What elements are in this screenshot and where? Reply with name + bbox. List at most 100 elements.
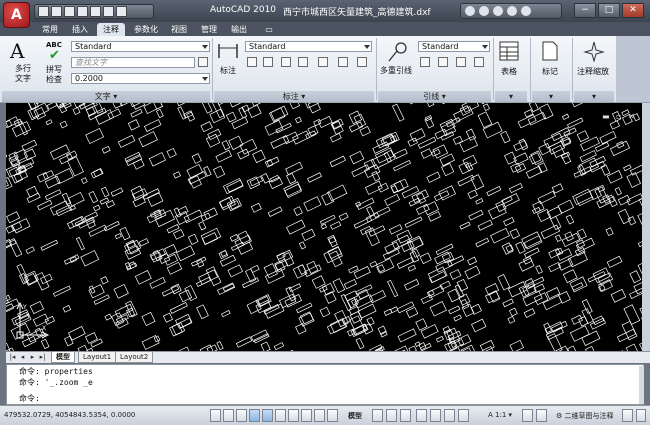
collect-leaders-icon[interactable] — [474, 57, 484, 67]
spell-check-button[interactable]: 拼写 检查 — [46, 65, 62, 85]
quick-view-drawings-icon[interactable] — [400, 409, 411, 422]
polar-toggle-icon[interactable] — [249, 409, 260, 422]
otrack-toggle-icon[interactable] — [275, 409, 286, 422]
clean-screen-icon[interactable] — [636, 409, 646, 422]
help-icon[interactable] — [521, 6, 531, 16]
next-layout-icon[interactable]: ▸ — [28, 353, 37, 362]
undo-icon[interactable] — [90, 6, 101, 17]
text-panel-footer[interactable]: 文字 ▾ — [2, 91, 210, 102]
pan-icon[interactable] — [416, 409, 427, 422]
close-button[interactable]: ✕ — [622, 3, 644, 18]
annotation-scaling-button[interactable]: 注释缩放 — [577, 66, 609, 77]
markup-panel-footer[interactable]: ▾ — [532, 91, 570, 102]
steering-wheel-icon[interactable] — [444, 409, 455, 422]
annotation-scaling-footer[interactable]: ▾ — [574, 91, 614, 102]
align-leaders-icon[interactable] — [456, 57, 466, 67]
tab-output[interactable]: 输出 — [227, 23, 251, 36]
multileader-button[interactable]: 多重引线 — [380, 65, 412, 76]
model-space-button[interactable]: 模型 — [348, 411, 362, 421]
multileader-style-select[interactable]: Standard — [418, 41, 490, 52]
quick-view-layouts-icon[interactable] — [386, 409, 397, 422]
add-leader-icon[interactable] — [420, 57, 430, 67]
application-menu-button[interactable]: A — [3, 2, 30, 28]
multiline-text-button[interactable]: 多行 文字 — [15, 64, 31, 84]
command-scrollbar[interactable] — [639, 366, 644, 404]
inspect-dimension-icon[interactable] — [318, 57, 328, 67]
find-text-input[interactable]: 查找文字 — [71, 57, 195, 68]
dimension-button[interactable]: 标注 — [220, 65, 236, 76]
ribbon-minimize-toggle[interactable]: ▭ — [262, 23, 276, 36]
first-layout-icon[interactable]: |◂ — [8, 353, 17, 362]
last-layout-icon[interactable]: ▸| — [38, 353, 47, 362]
viewport-close-icon[interactable]: ✕ — [628, 112, 635, 121]
layout-tab-layout1[interactable]: Layout1 — [78, 352, 117, 363]
dimension-panel-footer[interactable]: 标注 ▾ — [214, 91, 374, 102]
table-button[interactable]: 表格 — [501, 66, 517, 77]
markup-button[interactable]: 标记 — [542, 66, 558, 77]
command-window[interactable]: 命令: properties 命令: '_.zoom _e 命令: — [6, 364, 644, 405]
quick-properties-toggle-icon[interactable] — [327, 409, 338, 422]
command-prompt[interactable]: 命令: — [19, 393, 40, 404]
text-height-select[interactable]: 0.2000 — [71, 73, 210, 84]
viewport-minimize-icon[interactable]: ▬ — [602, 112, 610, 121]
tab-home[interactable]: 常用 — [38, 23, 62, 36]
zoom-icon[interactable] — [430, 409, 441, 422]
drawing-canvas[interactable]: ▬ ▫ ✕ Y X — [6, 103, 642, 351]
dimension-style-select[interactable]: Standard — [245, 41, 372, 52]
redo-icon[interactable] — [103, 6, 114, 17]
multileader-icon[interactable] — [386, 40, 410, 64]
find-replace-icon[interactable] — [198, 57, 208, 67]
multiline-text-icon[interactable]: A — [10, 39, 24, 63]
plot-icon[interactable] — [116, 6, 127, 17]
dimension-space-icon[interactable] — [281, 57, 291, 67]
prev-layout-icon[interactable]: ◂ — [18, 353, 27, 362]
annotation-visibility-icon[interactable] — [522, 409, 533, 422]
maximize-button[interactable]: □ — [598, 3, 620, 18]
annotation-scale-select[interactable]: A 1:1 ▾ — [488, 411, 512, 419]
favorites-star-icon[interactable] — [507, 6, 517, 16]
tab-parametric[interactable]: 参数化 — [130, 23, 162, 36]
table-icon[interactable] — [499, 41, 519, 61]
showmotion-icon[interactable] — [458, 409, 469, 422]
auto-scale-icon[interactable] — [536, 409, 547, 422]
tab-manage[interactable]: 管理 — [197, 23, 221, 36]
layout-tab-model[interactable]: 模型 — [51, 352, 75, 363]
minimize-button[interactable]: − — [574, 3, 596, 18]
tab-view[interactable]: 视图 — [167, 23, 191, 36]
dimension-break-icon[interactable] — [298, 57, 308, 67]
vertical-scrollbar[interactable] — [642, 103, 650, 351]
remove-leader-icon[interactable] — [438, 57, 448, 67]
open-icon[interactable] — [51, 6, 62, 17]
grid-toggle-icon[interactable] — [223, 409, 234, 422]
save-as-icon[interactable] — [77, 6, 88, 17]
lock-ui-icon[interactable] — [622, 409, 633, 422]
search-icon[interactable] — [465, 6, 475, 16]
snap-toggle-icon[interactable] — [210, 409, 221, 422]
continue-dimension-icon[interactable] — [263, 57, 273, 67]
update-dimension-icon[interactable] — [357, 57, 367, 67]
markup-icon[interactable] — [541, 41, 559, 61]
text-style-select[interactable]: Standard — [71, 41, 210, 52]
tab-annotate[interactable]: 注释 — [97, 23, 125, 36]
cursor-coordinates[interactable]: 479532.0729, 4054843.5354, 0.0000 — [4, 411, 135, 419]
communication-center-icon[interactable] — [493, 6, 503, 16]
osnap-toggle-icon[interactable] — [262, 409, 273, 422]
ducs-toggle-icon[interactable] — [288, 409, 299, 422]
linear-dimension-icon[interactable] — [217, 42, 239, 60]
binoculars-icon[interactable] — [479, 6, 489, 16]
viewport-restore-icon[interactable]: ▫ — [616, 112, 621, 121]
layout-icon[interactable] — [372, 409, 383, 422]
lineweight-toggle-icon[interactable] — [314, 409, 325, 422]
table-panel-footer[interactable]: ▾ — [495, 91, 527, 102]
jogged-linear-icon[interactable] — [338, 57, 348, 67]
ortho-toggle-icon[interactable] — [236, 409, 247, 422]
quick-dimension-icon[interactable] — [247, 57, 257, 67]
leader-panel-footer[interactable]: 引线 ▾ — [378, 91, 491, 102]
annotation-scale-icon[interactable] — [583, 40, 605, 62]
save-icon[interactable] — [64, 6, 75, 17]
dyn-toggle-icon[interactable] — [301, 409, 312, 422]
layout-tab-layout2[interactable]: Layout2 — [115, 352, 154, 363]
workspace-switch[interactable]: ⚙ 二维草图与注释 — [556, 411, 614, 421]
new-icon[interactable] — [38, 6, 49, 17]
tab-insert[interactable]: 插入 — [68, 23, 92, 36]
